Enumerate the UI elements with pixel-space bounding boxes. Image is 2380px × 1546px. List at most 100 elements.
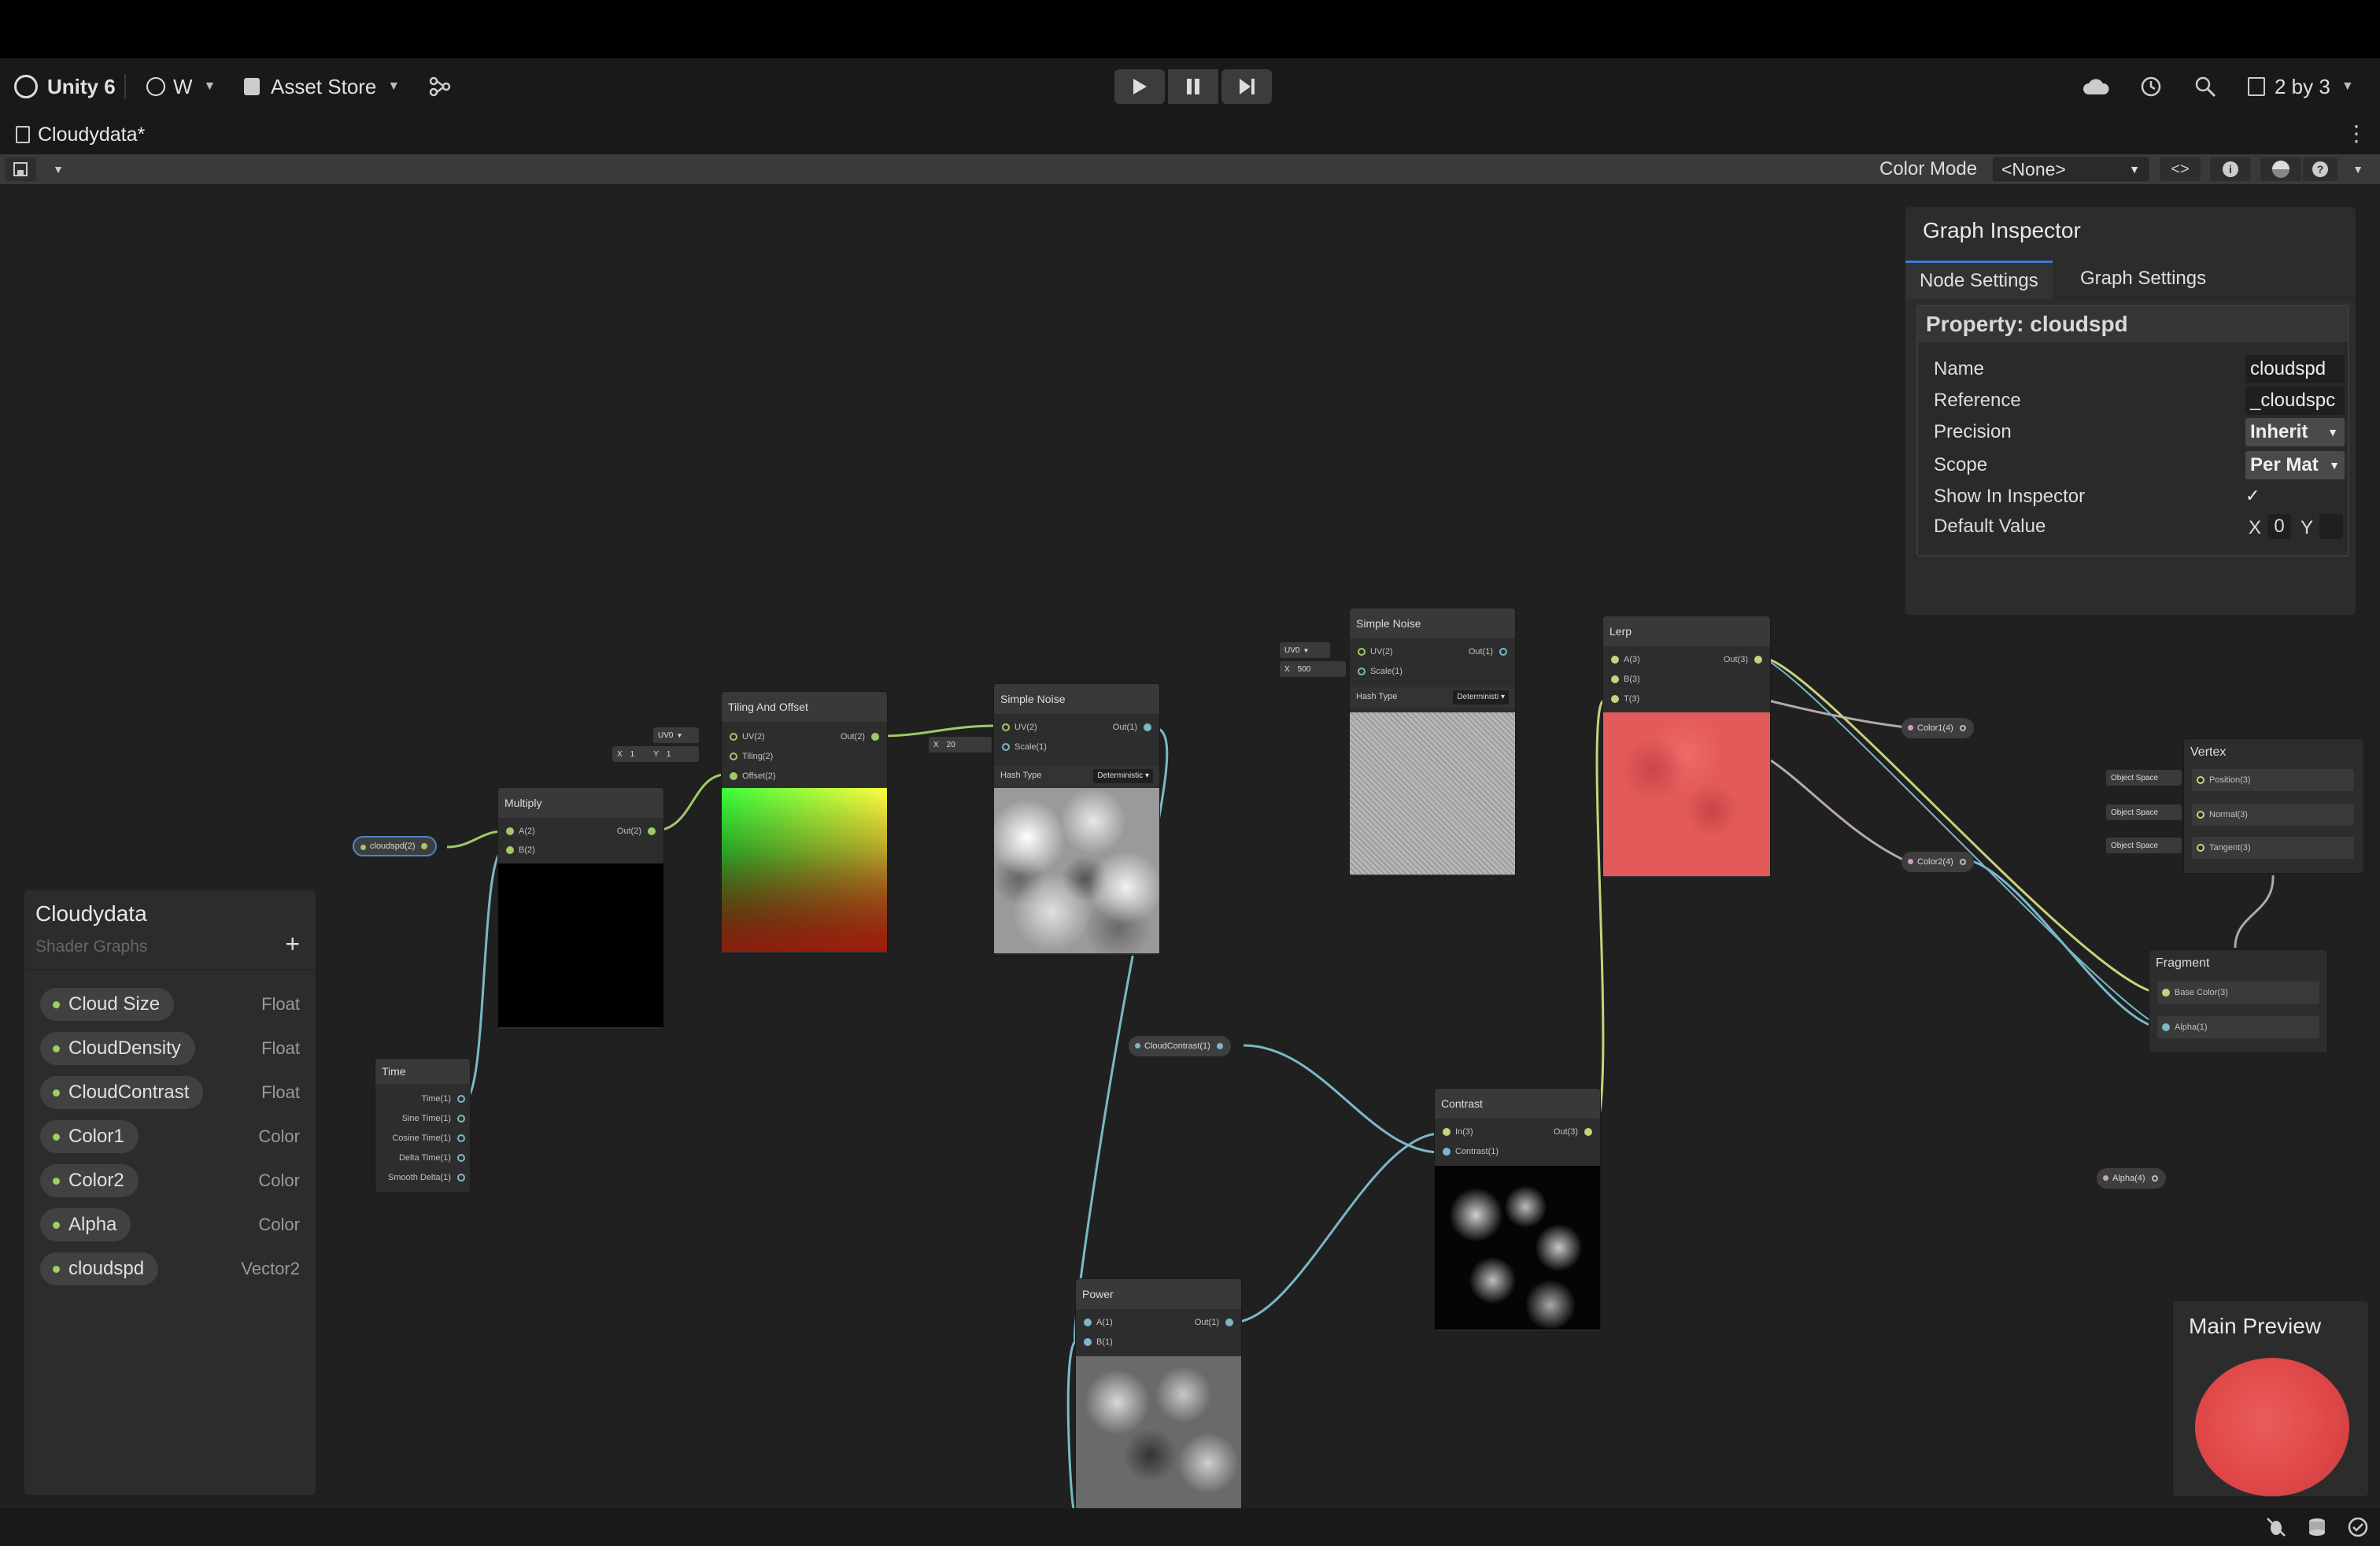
port-dot[interactable]	[1754, 656, 1762, 664]
kebab-menu-icon[interactable]: ⋮	[2345, 123, 2367, 145]
name-input[interactable]: cloudspd	[2245, 355, 2345, 383]
main-preview-toggle[interactable]	[2260, 157, 2301, 181]
node-fragment-context[interactable]: Fragment Base Color(3) Alpha(1)	[2149, 949, 2328, 1053]
node-simple-noise-1[interactable]: Simple Noise UV(2) Scale(1) Out(1) Hash …	[993, 683, 1160, 956]
color-mode-dropdown[interactable]: <None> ▼	[1993, 157, 2149, 181]
port-dot[interactable]	[1358, 648, 1366, 656]
check-circle-icon[interactable]	[2347, 1516, 2369, 1538]
vertex-block-position[interactable]: Position(3)	[2192, 769, 2354, 791]
property-pill[interactable]: CloudDensity	[40, 1032, 195, 1065]
step-button[interactable]	[1221, 69, 1272, 104]
hash-type-dropdown[interactable]: Deterministic ▾	[1093, 769, 1153, 783]
port-dot[interactable]	[1225, 1319, 1233, 1326]
port-dot[interactable]	[648, 827, 656, 835]
property-pill[interactable]: Color1	[40, 1120, 139, 1153]
tab-node-settings[interactable]: Node Settings	[1905, 261, 2053, 299]
port-dot[interactable]	[506, 846, 514, 854]
shader-graph-tab[interactable]: Cloudydata*	[16, 115, 145, 154]
property-pill[interactable]: cloudspd	[40, 1252, 159, 1285]
port-dot[interactable]	[2197, 844, 2204, 852]
port-dot[interactable]	[506, 827, 514, 835]
port-dot[interactable]	[2197, 776, 2204, 784]
blackboard-property-row[interactable]: CloudContrast Float	[40, 1076, 300, 1109]
play-button[interactable]	[1114, 69, 1165, 104]
port-dot[interactable]	[1611, 695, 1619, 703]
blackboard-property-row[interactable]: Color1 Color	[40, 1120, 300, 1153]
fragment-block-alpha[interactable]: Alpha(1)	[2157, 1016, 2319, 1038]
add-property-button[interactable]: +	[285, 930, 300, 959]
property-pill[interactable]: Alpha	[40, 1208, 131, 1241]
port-dot[interactable]	[457, 1095, 465, 1103]
scale-field[interactable]: X 500	[1280, 661, 1346, 677]
layout-dropdown[interactable]: 2 by 3 ▼	[2248, 58, 2354, 115]
tiling-vector-field[interactable]: X 1 Y 1	[612, 746, 699, 762]
asset-store-dropdown[interactable]: Asset Store ▼	[244, 58, 400, 115]
help-button[interactable]: ?	[2303, 157, 2338, 181]
pause-button[interactable]	[1168, 69, 1218, 104]
port-dot[interactable]	[1443, 1148, 1451, 1156]
port-dot[interactable]	[457, 1134, 465, 1142]
node-power[interactable]: Power A(1) B(1) Out(1)	[1075, 1278, 1242, 1511]
history-button[interactable]	[2139, 58, 2163, 115]
node-vertex-context[interactable]: Vertex Position(3) Normal(3) Tangent(3)	[2183, 738, 2364, 874]
port-dot[interactable]	[1959, 859, 1966, 865]
port-dot[interactable]	[2151, 1175, 2158, 1182]
port-dot[interactable]	[1611, 675, 1619, 683]
save-asset-button[interactable]	[5, 157, 36, 181]
precision-dropdown[interactable]: Inherit ▼	[2245, 418, 2345, 446]
preview-sphere[interactable]	[2195, 1358, 2349, 1496]
unity-logo-button[interactable]: Unity 6	[14, 58, 116, 115]
property-pill[interactable]: Cloud Size	[40, 988, 175, 1021]
blackboard-property-row[interactable]: Cloud Size Float	[40, 988, 300, 1021]
port-dot[interactable]	[730, 753, 737, 760]
cloud-button[interactable]	[2082, 58, 2109, 115]
scope-dropdown[interactable]: Per Mat ▼	[2245, 451, 2345, 479]
hash-type-dropdown[interactable]: Deterministi ▾	[1453, 690, 1509, 705]
port-dot[interactable]	[457, 1154, 465, 1162]
node-tiling-and-offset[interactable]: Tiling And Offset UV(2) Tiling(2) Offset…	[721, 691, 888, 954]
port-dot[interactable]	[1144, 723, 1151, 731]
port-dot[interactable]	[730, 772, 737, 780]
search-button[interactable]	[2194, 58, 2216, 115]
port-dot[interactable]	[2162, 1023, 2170, 1031]
space-field[interactable]: Object Space	[2106, 770, 2182, 786]
account-dropdown[interactable]: W ▼	[146, 58, 216, 115]
scale-field[interactable]: X 20	[929, 737, 992, 753]
property-pill[interactable]: Color2	[40, 1164, 139, 1197]
show-in-inspector-checkbox[interactable]: ✓	[2245, 486, 2266, 506]
fragment-block-basecolor[interactable]: Base Color(3)	[2157, 982, 2319, 1004]
port-dot[interactable]	[1499, 648, 1507, 656]
vertex-block-tangent[interactable]: Tangent(3)	[2192, 837, 2354, 859]
default-x-input[interactable]: 0	[2267, 514, 2291, 539]
bug-icon[interactable]	[2265, 1516, 2287, 1538]
port-dot[interactable]	[1358, 668, 1366, 675]
port-dot[interactable]	[457, 1115, 465, 1123]
node-contrast[interactable]: Contrast In(3) Contrast(1) Out(3)	[1434, 1088, 1601, 1332]
pill-alpha[interactable]: Alpha(4)	[2097, 1168, 2166, 1189]
blackboard-property-row[interactable]: CloudDensity Float	[40, 1032, 300, 1065]
cache-icon[interactable]	[2306, 1516, 2328, 1538]
blackboard-property-row[interactable]: Color2 Color	[40, 1164, 300, 1197]
uv-channel-field[interactable]: UV0 ▼	[1280, 642, 1330, 658]
node-lerp[interactable]: Lerp A(3) B(3) T(3) Out(3)	[1602, 616, 1771, 878]
port-dot[interactable]	[1002, 723, 1010, 731]
default-y-input[interactable]	[2319, 514, 2343, 539]
port-dot[interactable]	[421, 843, 428, 849]
blackboard-property-row[interactable]: cloudspd Vector2	[40, 1252, 300, 1285]
version-control-button[interactable]	[428, 58, 452, 115]
node-time[interactable]: Time Time(1) Sine Time(1) Cosine Time(1)…	[375, 1058, 471, 1193]
vertex-block-normal[interactable]: Normal(3)	[2192, 804, 2354, 826]
port-dot[interactable]	[1443, 1128, 1451, 1136]
pill-cloudspd[interactable]: cloudspd(2)	[353, 836, 438, 856]
pill-color1[interactable]: Color1(4)	[1901, 718, 1974, 738]
save-dropdown-button[interactable]: ▼	[42, 157, 74, 181]
reference-input[interactable]: _cloudspc	[2245, 386, 2345, 415]
port-dot[interactable]	[1216, 1043, 1223, 1049]
port-dot[interactable]	[1611, 656, 1619, 664]
tab-graph-settings[interactable]: Graph Settings	[2066, 261, 2220, 297]
graph-inspector-toggle[interactable]: i	[2210, 157, 2251, 181]
node-multiply[interactable]: Multiply A(2) B(2) Out(2)	[497, 787, 664, 1030]
pill-cloudcontrast[interactable]: CloudContrast(1)	[1129, 1036, 1231, 1056]
space-field[interactable]: Object Space	[2106, 804, 2182, 820]
port-dot[interactable]	[1959, 725, 1966, 731]
